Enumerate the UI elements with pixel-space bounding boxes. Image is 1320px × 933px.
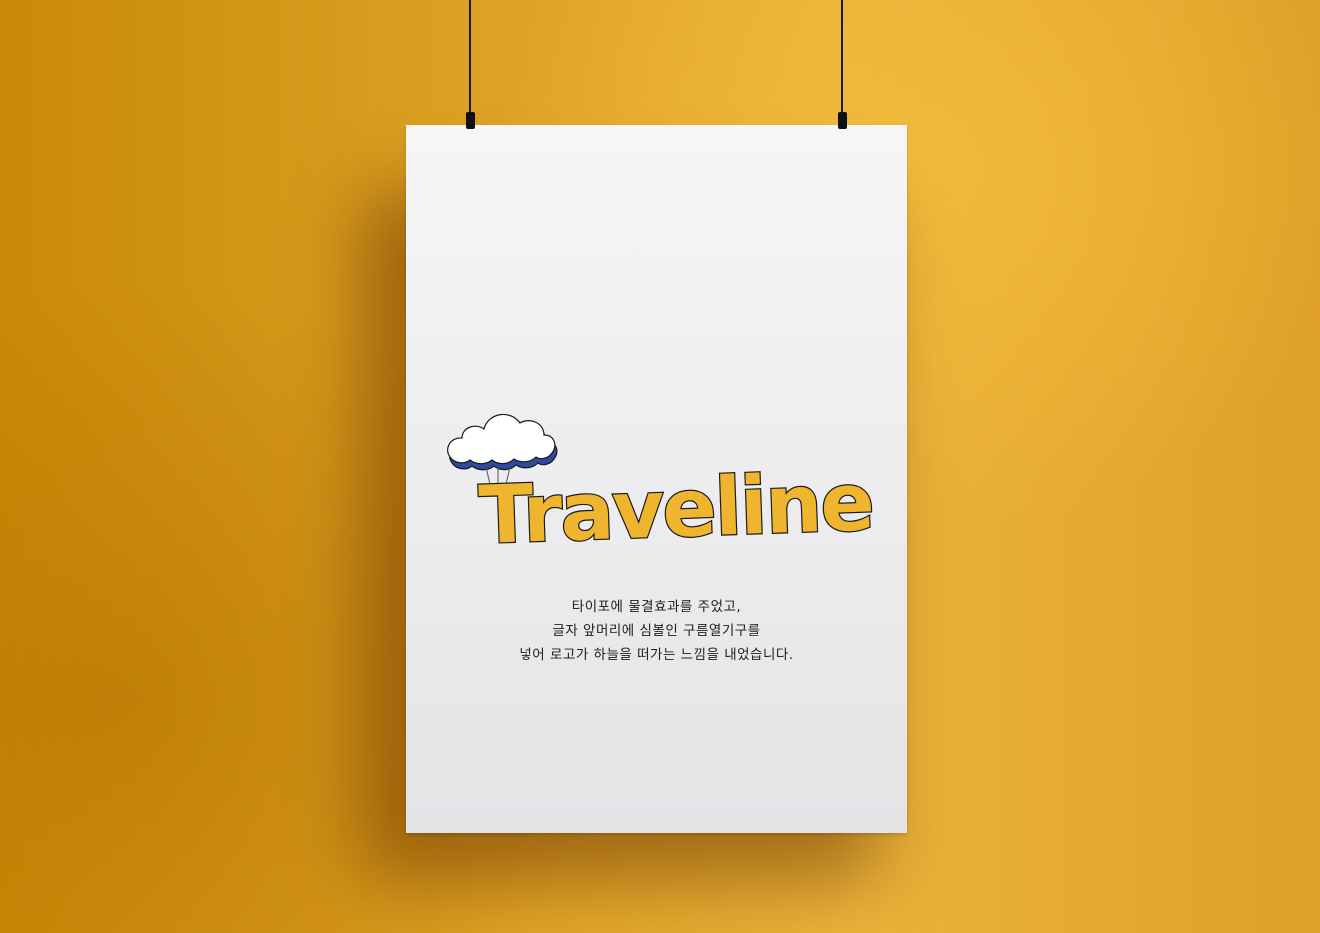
binder-clip-right xyxy=(838,112,847,129)
hanging-wire-right xyxy=(841,0,843,118)
hanging-poster: Traveline 타이포에 물결효과를 주었고, 글자 앞머리에 심볼인 구름… xyxy=(406,125,907,833)
description-line-2: 글자 앞머리에 심볼인 구름열기구를 xyxy=(552,623,761,639)
hanging-wire-left xyxy=(469,0,471,118)
traveline-logo: Traveline xyxy=(447,413,875,555)
description-line-3: 넣어 로고가 하늘을 떠가는 느낌을 내었습니다. xyxy=(519,647,794,663)
binder-clip-left xyxy=(466,112,475,129)
description-line-1: 타이포에 물결효과를 주었고, xyxy=(571,599,742,615)
logo-wordmark: Traveline xyxy=(477,455,874,555)
poster-description: 타이포에 물결효과를 주었고, 글자 앞머리에 심볼인 구름열기구를 넣어 로고… xyxy=(406,595,907,667)
